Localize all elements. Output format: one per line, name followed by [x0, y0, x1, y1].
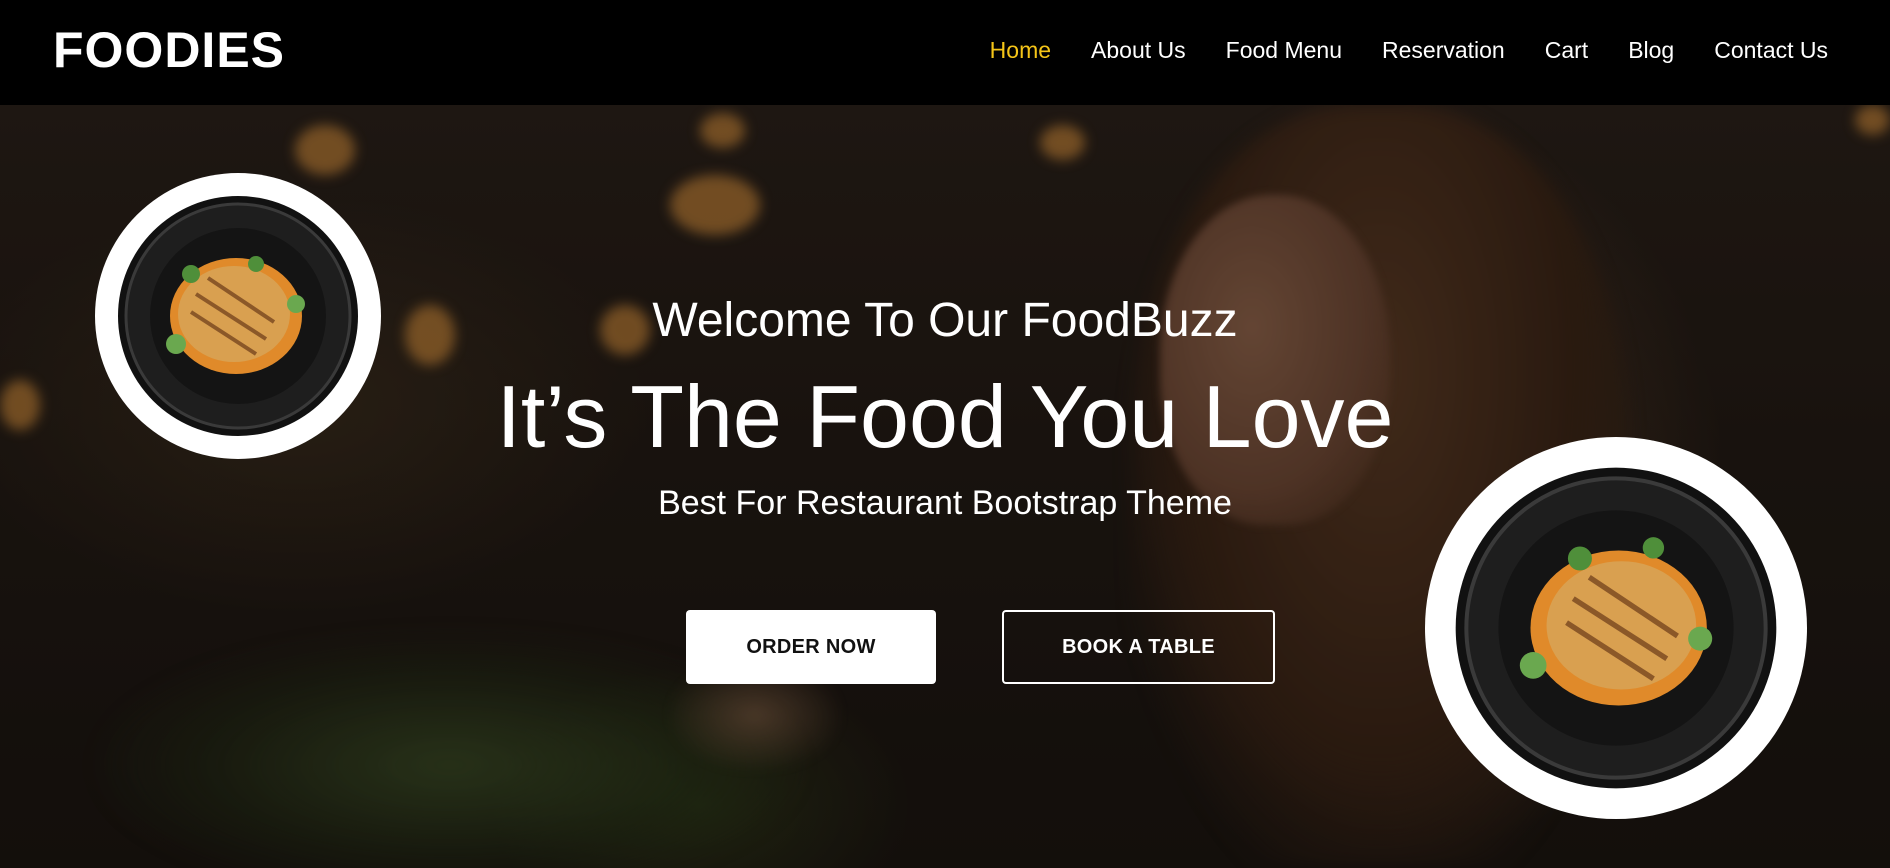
nav-item-contact-us[interactable]: Contact Us: [1714, 36, 1828, 64]
nav-item-cart[interactable]: Cart: [1545, 36, 1588, 64]
hero-headline: It’s The Food You Love: [496, 367, 1394, 466]
nav-item-food-menu[interactable]: Food Menu: [1226, 36, 1342, 64]
book-a-table-button[interactable]: BOOK A TABLE: [1002, 610, 1275, 684]
navbar: FOODIES Home About Us Food Menu Reservat…: [0, 0, 1890, 105]
brand-logo[interactable]: FOODIES: [53, 22, 285, 78]
hero-subline: Best For Restaurant Bootstrap Theme: [658, 484, 1232, 522]
hero-welcome-text: Welcome To Our FoodBuzz: [652, 294, 1238, 347]
nav-menu: Home About Us Food Menu Reservation Cart…: [950, 36, 1828, 64]
hero-section: Welcome To Our FoodBuzz It’s The Food Yo…: [0, 105, 1890, 868]
nav-item-home[interactable]: Home: [990, 36, 1051, 64]
nav-item-blog[interactable]: Blog: [1628, 36, 1674, 64]
order-now-button[interactable]: ORDER NOW: [686, 610, 936, 684]
nav-item-reservation[interactable]: Reservation: [1382, 36, 1505, 64]
nav-item-about-us[interactable]: About Us: [1091, 36, 1186, 64]
